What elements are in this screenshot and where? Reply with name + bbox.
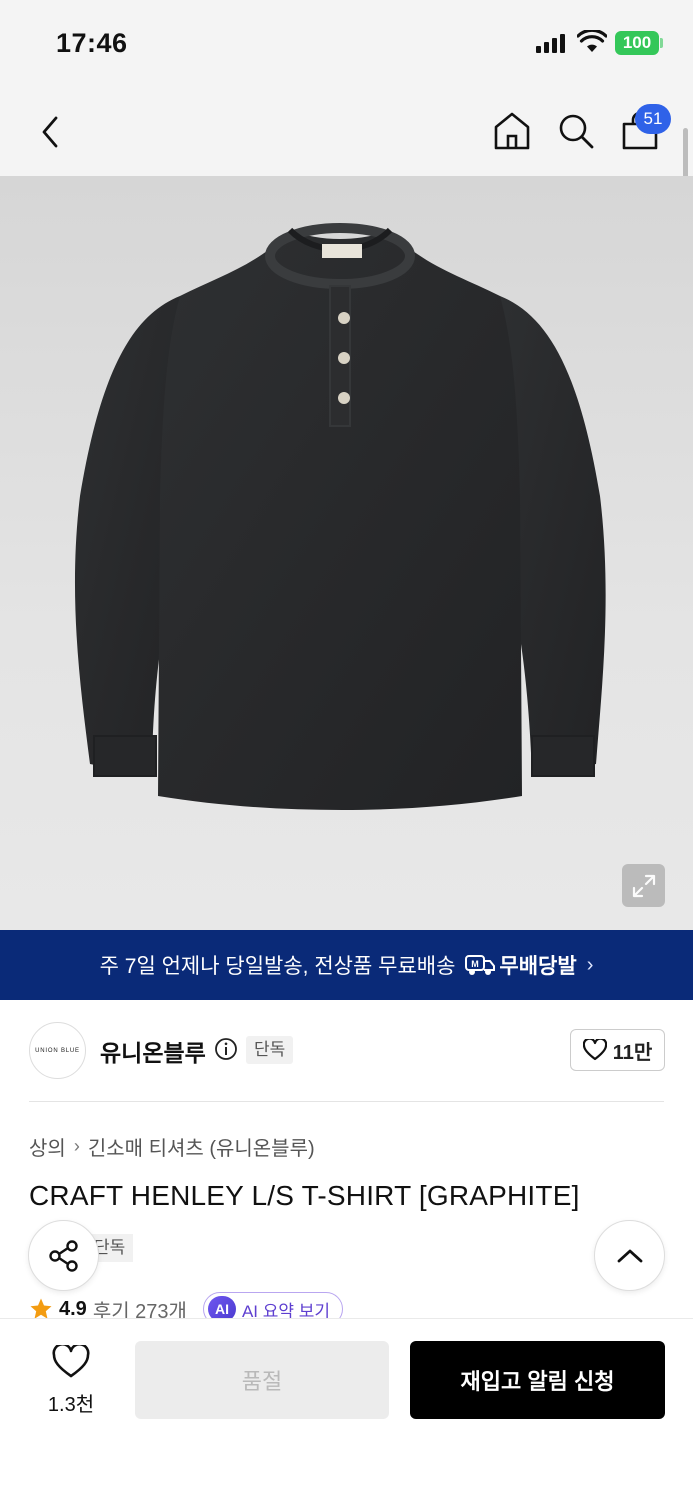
product-image[interactable] xyxy=(0,176,693,930)
heart-icon xyxy=(52,1342,90,1378)
chevron-right-icon: › xyxy=(73,1136,80,1156)
scroll-to-top-button[interactable] xyxy=(594,1220,665,1291)
share-icon xyxy=(48,1239,78,1272)
cart-count-badge: 51 xyxy=(635,104,671,134)
svg-text:M: M xyxy=(472,959,480,969)
battery-tip xyxy=(660,38,663,48)
divider xyxy=(29,1101,664,1102)
back-icon[interactable] xyxy=(34,112,66,152)
cellular-signal-icon xyxy=(536,33,565,53)
brand-like-button[interactable]: 11만 xyxy=(570,1029,665,1071)
restock-alert-button[interactable]: 재입고 알림 신청 xyxy=(410,1341,665,1419)
expand-icon xyxy=(632,874,655,897)
brand-logo[interactable]: UNION BLUE xyxy=(29,1022,86,1079)
share-button[interactable] xyxy=(28,1220,99,1291)
banner-brand: M 무배당발 xyxy=(465,950,577,980)
soldout-button: 품절 xyxy=(135,1341,389,1419)
brand-row: UNION BLUE 유니온블루 단독 11만 xyxy=(0,1000,693,1102)
exclusive-tag: 단독 xyxy=(246,1036,294,1064)
brand-like-count: 11만 xyxy=(612,1041,653,1064)
home-icon[interactable] xyxy=(492,110,532,152)
free-shipping-banner[interactable]: 주 7일 언제나 당일발송, 전상품 무료배송 M 무배당발 › xyxy=(0,930,693,1000)
chevron-right-icon: › xyxy=(586,953,594,976)
status-bar: 17:46 100 xyxy=(0,0,693,88)
top-nav xyxy=(0,88,693,176)
heart-icon xyxy=(582,1039,607,1061)
breadcrumb: 상의 › 긴소매 티셔츠 (유니온블루) xyxy=(29,1132,315,1161)
wishlist-button[interactable]: 1.3천 xyxy=(36,1342,106,1417)
status-time: 17:46 xyxy=(56,28,128,58)
banner-brand-label: 무배당발 xyxy=(499,955,577,978)
henley-shirt-image xyxy=(74,223,606,810)
battery-indicator: 100 xyxy=(615,31,659,55)
product-title: CRAFT HENLEY L/S T-SHIRT [GRAPHITE] xyxy=(29,1180,580,1211)
search-icon[interactable] xyxy=(556,110,596,152)
banner-text: 주 7일 언제나 당일발송, 전상품 무료배송 xyxy=(99,955,456,978)
info-icon[interactable] xyxy=(214,1037,238,1061)
breadcrumb-category[interactable]: 상의 xyxy=(29,1132,66,1161)
breadcrumb-subcategory[interactable]: 긴소매 티셔츠 (유니온블루) xyxy=(88,1132,315,1161)
chevron-up-icon xyxy=(617,1249,642,1262)
expand-image-button[interactable] xyxy=(622,864,665,907)
wifi-icon xyxy=(577,30,607,52)
delivery-truck-icon: M xyxy=(465,955,496,975)
brand-name[interactable]: 유니온블루 xyxy=(100,1034,206,1068)
wishlist-count: 1.3천 xyxy=(47,1394,95,1416)
bottom-action-bar: 1.3천 품절 재입고 알림 신청 xyxy=(0,1318,693,1500)
